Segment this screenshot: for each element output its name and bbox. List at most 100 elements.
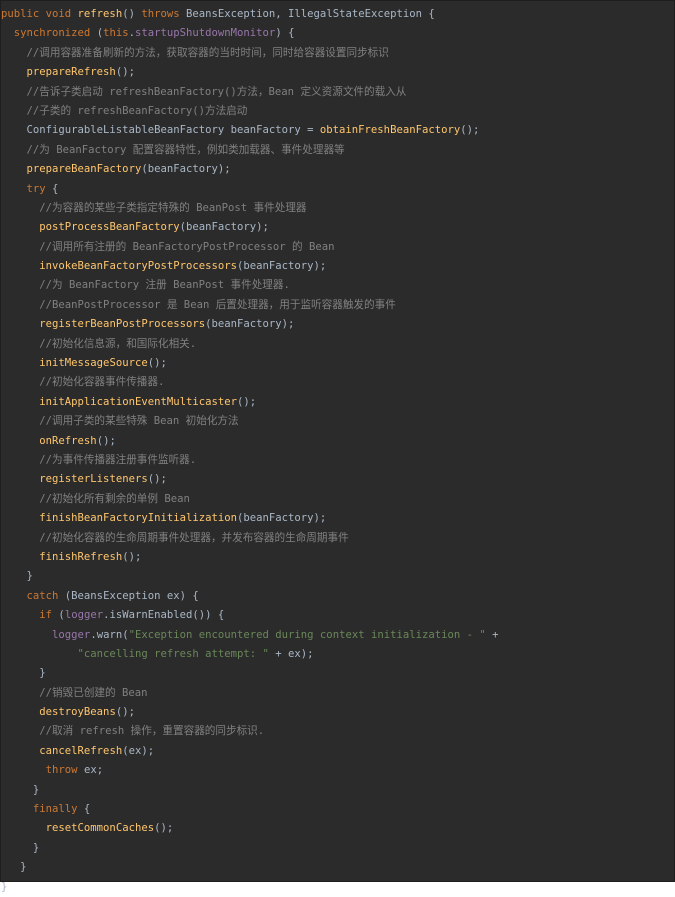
code-line: resetCommonCaches(); bbox=[1, 819, 675, 838]
code-token-plain: () bbox=[122, 8, 142, 20]
code-token-plain: } bbox=[1, 880, 8, 893]
code-token-plain: (); bbox=[460, 124, 480, 137]
code-line: //为容器的某些子类指定特殊的 BeanPost 事件处理器 bbox=[1, 199, 675, 218]
code-token-str: "cancelling refresh attempt: " bbox=[77, 647, 269, 660]
code-token-plain: + bbox=[485, 628, 499, 641]
code-token-field: logger bbox=[64, 609, 104, 622]
code-token-cm: //初始化容器事件传播器. bbox=[39, 376, 165, 389]
code-token-kw: throws bbox=[141, 8, 186, 20]
code-token-fn: refresh bbox=[77, 8, 123, 20]
code-token-plain: } bbox=[1, 570, 33, 583]
code-token-plain: } bbox=[1, 783, 40, 796]
code-token-kw: synchronized bbox=[13, 27, 97, 40]
code-token-plain: (beanFactory); bbox=[179, 221, 269, 234]
code-line: initMessageSource(); bbox=[1, 354, 675, 373]
code-token-plain: (); bbox=[147, 473, 167, 486]
code-token-plain: (beanFactory); bbox=[237, 260, 327, 273]
code-token-plain: (); bbox=[115, 66, 135, 79]
code-token-fn: cancelRefresh bbox=[39, 744, 123, 757]
code-line: postProcessBeanFactory(beanFactory); bbox=[1, 218, 675, 237]
code-token-cm: //调用所有注册的 BeanFactoryPostProcessor 的 Bea… bbox=[39, 240, 335, 253]
code-token-cm: //调用子类的某些特殊 Bean 初始化方法 bbox=[39, 415, 239, 428]
code-token-plain: (); bbox=[122, 550, 142, 563]
code-line: invokeBeanFactoryPostProcessors(beanFact… bbox=[1, 257, 675, 276]
code-token-cm: //为 BeanFactory 配置容器特性，例如类加载器、事件处理器等 bbox=[26, 143, 345, 156]
code-token-kw: if bbox=[39, 609, 59, 622]
code-token-kw: throw bbox=[45, 764, 84, 777]
code-token-cm: //为 BeanFactory 注册 BeanPost 事件处理器. bbox=[39, 279, 290, 292]
code-token-plain: { bbox=[52, 182, 59, 195]
code-token-fn: postProcessBeanFactory bbox=[39, 221, 180, 234]
code-token-cm: //初始化信息源，和国际化相关. bbox=[39, 337, 197, 350]
code-token-fn: obtainFreshBeanFactory bbox=[319, 124, 461, 137]
code-token-field: startupShutdownMonitor bbox=[134, 27, 276, 40]
code-token-kw: public void bbox=[1, 8, 78, 20]
code-line: initApplicationEventMulticaster(); bbox=[1, 393, 675, 412]
code-line: } bbox=[1, 858, 675, 877]
code-line: destroyBeans(); bbox=[1, 703, 675, 722]
code-line: prepareBeanFactory(beanFactory); bbox=[1, 160, 675, 179]
code-token-plain: .warn( bbox=[90, 628, 129, 641]
code-token-cm: //取消 refresh 操作，重置容器的同步标识. bbox=[39, 725, 265, 738]
code-token-plain: BeansException, IllegalStateException { bbox=[186, 8, 435, 20]
code-line: finally { bbox=[1, 800, 675, 819]
code-token-fn: registerListeners bbox=[39, 473, 148, 486]
code-token-plain: .isWarnEnabled()) { bbox=[103, 609, 225, 622]
code-line: synchronized (this.startupShutdownMonito… bbox=[1, 24, 675, 43]
code-token-plain: (ex); bbox=[122, 744, 155, 757]
code-line: //取消 refresh 操作，重置容器的同步标识. bbox=[1, 722, 675, 741]
code-token-cm: //子类的 refreshBeanFactory()方法启动 bbox=[26, 104, 248, 117]
code-line: try { bbox=[1, 180, 675, 199]
code-token-fn: invokeBeanFactoryPostProcessors bbox=[39, 260, 237, 273]
code-token-cm: //销毁已创建的 Bean bbox=[39, 686, 148, 699]
code-line: //初始化容器事件传播器. bbox=[1, 373, 675, 392]
code-token-kw: finally bbox=[32, 803, 84, 816]
code-line: //子类的 refreshBeanFactory()方法启动 bbox=[1, 102, 675, 121]
code-line: logger.warn("Exception encountered durin… bbox=[1, 626, 675, 645]
code-line: registerBeanPostProcessors(beanFactory); bbox=[1, 315, 675, 334]
code-line: //BeanPostProcessor 是 Bean 后置处理器，用于监听容器触… bbox=[1, 296, 675, 315]
code-token-fn: prepareBeanFactory bbox=[26, 163, 142, 176]
code-line: //初始化所有剩余的单例 Bean bbox=[1, 490, 675, 509]
code-editor[interactable]: public void refresh() throws BeansExcept… bbox=[0, 0, 675, 893]
code-token-plain: (beanFactory); bbox=[141, 163, 231, 176]
code-token-str: "Exception encountered during context in… bbox=[128, 628, 486, 641]
code-line: public void refresh() throws BeansExcept… bbox=[1, 5, 675, 24]
code-line: //为 BeanFactory 注册 BeanPost 事件处理器. bbox=[1, 276, 675, 295]
code-token-fn: initApplicationEventMulticaster bbox=[39, 395, 237, 408]
code-token-plain: ConfigurableListableBeanFactory beanFact… bbox=[1, 124, 320, 137]
code-line: "cancelling refresh attempt: " + ex); bbox=[1, 645, 675, 664]
code-token-fn: finishRefresh bbox=[39, 550, 123, 563]
code-token-kw: try bbox=[26, 182, 53, 195]
code-token-plain: (BeansException ex) { bbox=[64, 589, 199, 602]
code-token-fn: initMessageSource bbox=[39, 357, 148, 370]
code-line: } bbox=[1, 664, 675, 683]
code-token-plain: { bbox=[83, 803, 91, 816]
code-token-plain: (); bbox=[237, 395, 257, 408]
code-block[interactable]: public void refresh() throws BeansExcept… bbox=[1, 5, 675, 897]
code-token-cm: //调用容器准备刷新的方法，获取容器的当时时间，同时给容器设置同步标识 bbox=[26, 46, 389, 59]
